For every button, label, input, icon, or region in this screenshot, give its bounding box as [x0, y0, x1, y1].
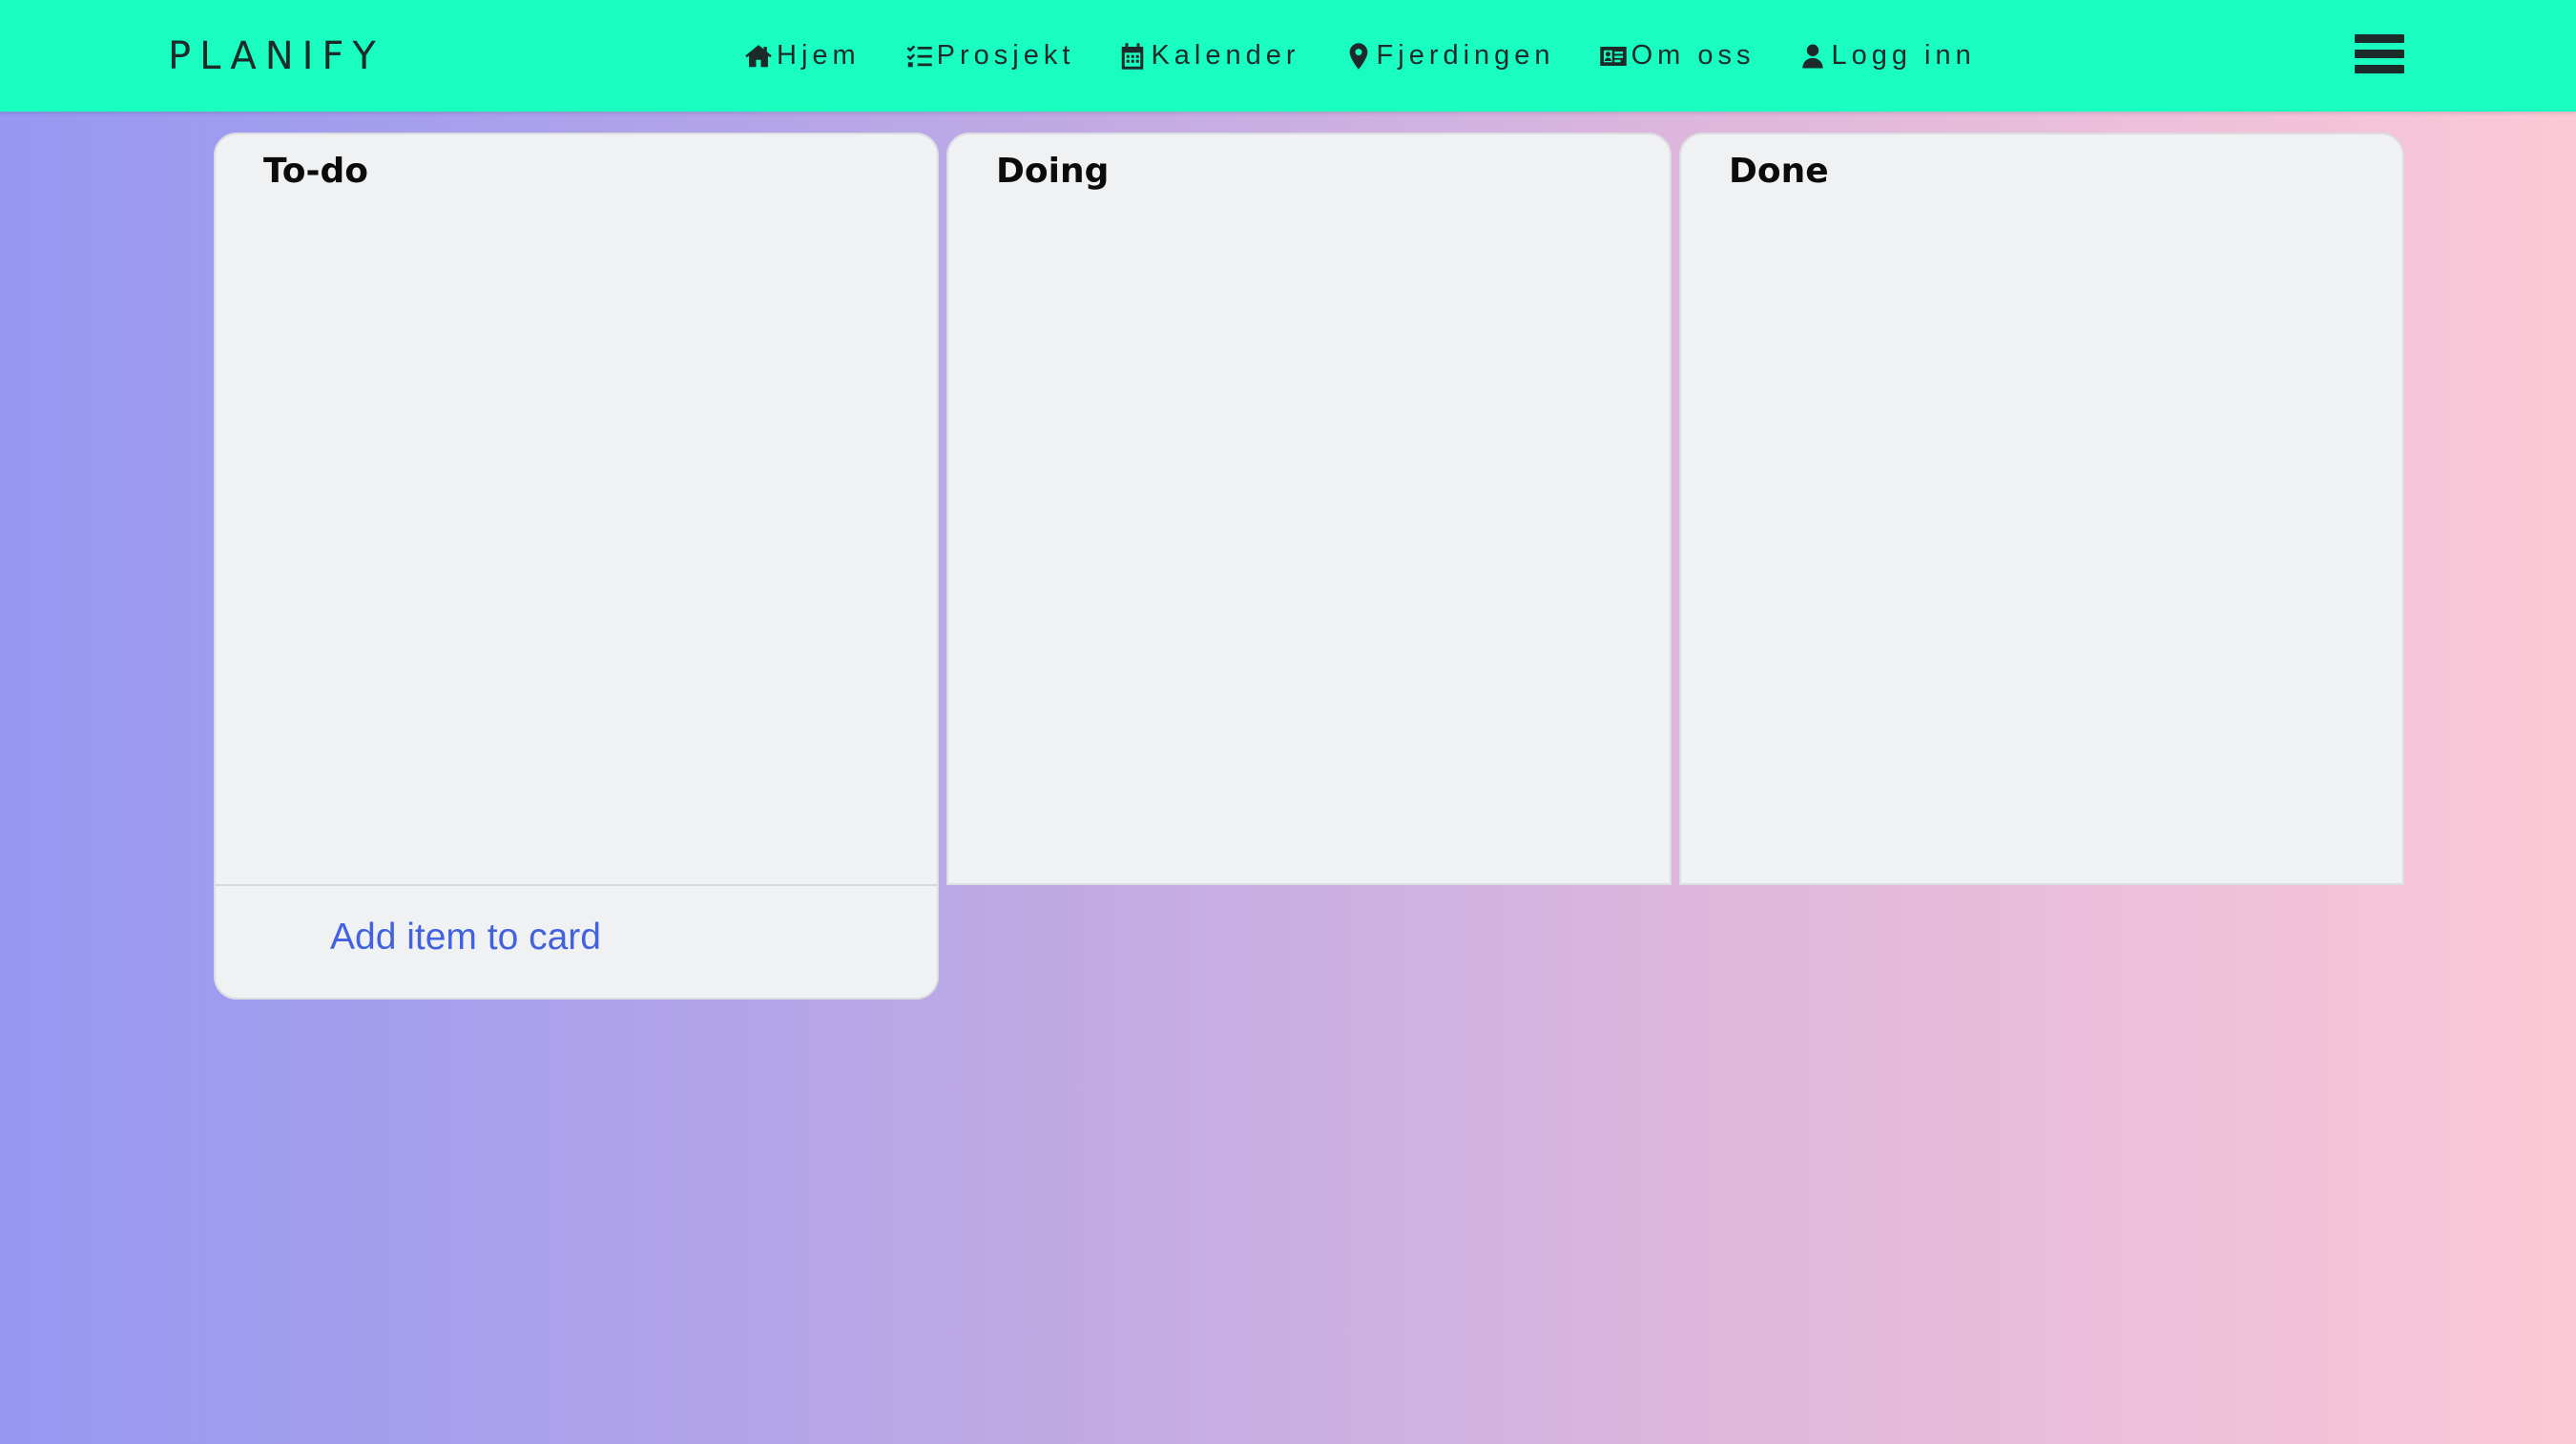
brand-logo[interactable]: PLANIFY	[168, 0, 384, 112]
column-title: Done	[1729, 152, 1829, 191]
nav-item-kalender[interactable]: Kalender	[1118, 40, 1299, 72]
hamburger-bar	[2355, 65, 2404, 73]
navbar: PLANIFY Hjem Prosjekt Kalender Fjerdinge…	[0, 0, 2576, 112]
id-card-icon	[1599, 46, 1627, 66]
list-icon	[906, 45, 932, 67]
nav-item-prosjekt[interactable]: Prosjekt	[904, 40, 1075, 72]
calendar-icon	[1122, 42, 1144, 70]
hamburger-menu-icon[interactable]	[2355, 34, 2404, 74]
hamburger-bar	[2355, 50, 2404, 58]
nav-links: Hjem Prosjekt Kalender Fjerdingen Om oss	[744, 0, 1976, 112]
hamburger-bar	[2355, 34, 2404, 43]
add-item-to-card-link[interactable]: Add item to card	[330, 917, 601, 959]
column-title: To-do	[263, 152, 368, 191]
nav-item-hjem[interactable]: Hjem	[744, 40, 861, 72]
user-icon	[1802, 44, 1824, 68]
column-todo: To-do Add item to card	[214, 133, 939, 1000]
map-pin-icon	[1349, 42, 1367, 70]
column-title: Doing	[996, 152, 1110, 191]
nav-label: Prosjekt	[936, 40, 1075, 71]
column-doing: Doing	[946, 133, 1672, 885]
column-footer: Add item to card	[216, 884, 937, 999]
nav-label: Logg inn	[1831, 40, 1976, 71]
home-icon	[745, 44, 772, 67]
nav-label: Om oss	[1631, 40, 1755, 71]
nav-item-om-oss[interactable]: Om oss	[1599, 40, 1755, 72]
nav-label: Hjem	[777, 40, 861, 71]
nav-item-logg-inn[interactable]: Logg inn	[1798, 40, 1975, 72]
nav-label: Fjerdingen	[1376, 40, 1555, 71]
column-done: Done	[1679, 133, 2404, 885]
nav-label: Kalender	[1151, 40, 1300, 71]
nav-item-fjerdingen[interactable]: Fjerdingen	[1344, 40, 1555, 72]
